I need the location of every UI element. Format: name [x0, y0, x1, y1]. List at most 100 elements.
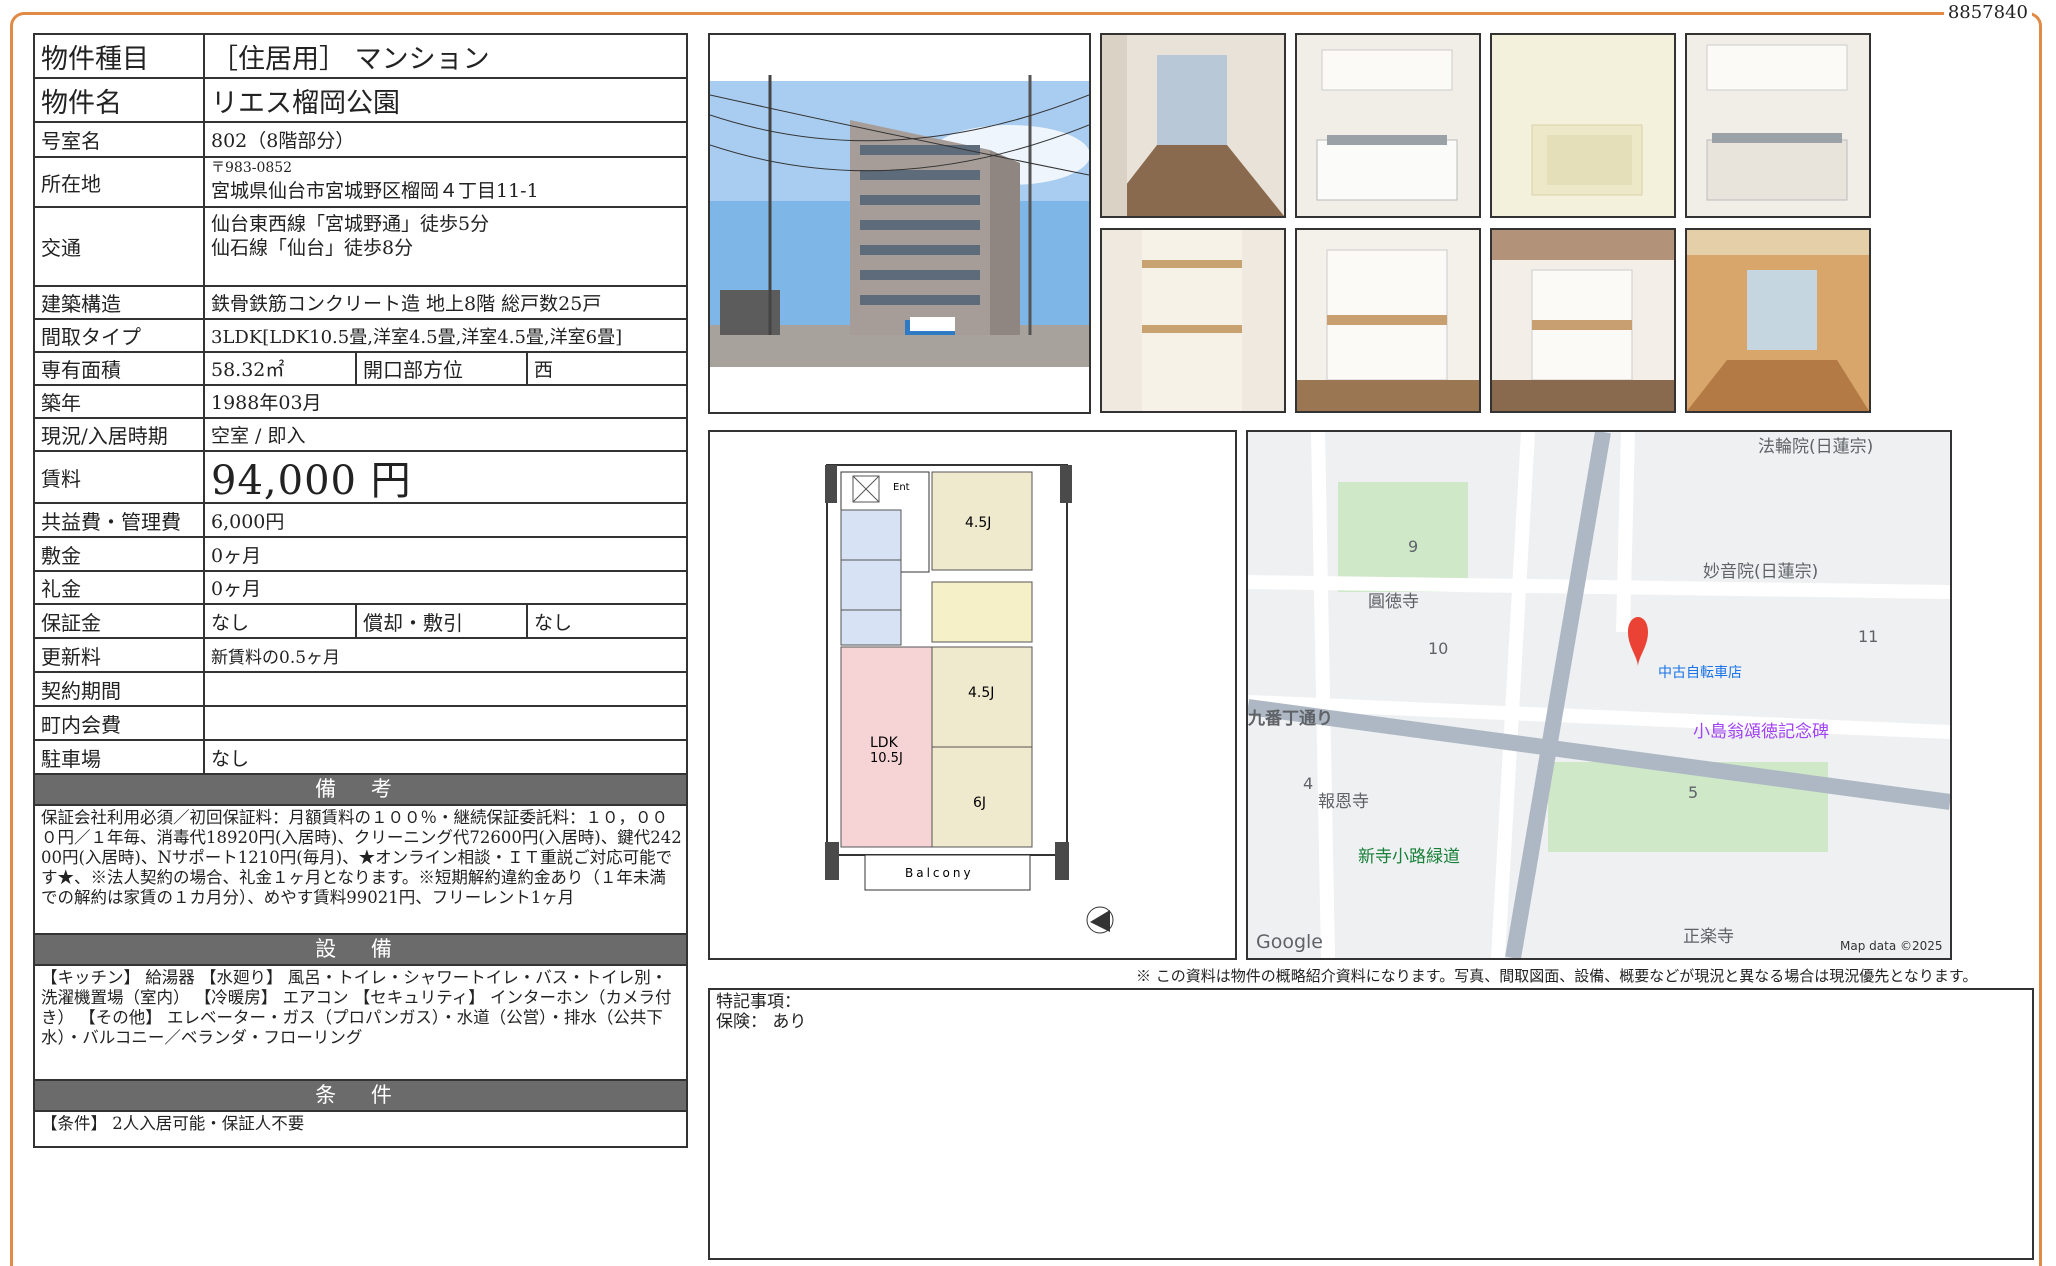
built-value: 1988年03月	[211, 392, 322, 414]
address-value: 宮城県仙台市宮城野区榴岡４丁目11-1	[211, 180, 539, 202]
map-logo: Google	[1256, 931, 1323, 953]
room-label: 号室名	[35, 123, 205, 156]
row-renewal: 更新料 新賃料の0.5ヶ月	[35, 639, 686, 673]
row-layout: 間取タイプ 3LDK[LDK10.5畳,洋室4.5畳,洋室4.5畳,洋室6畳]	[35, 320, 686, 353]
row-traffic: 交通 仙台東西線「宮城野通」徒歩5分 仙石線「仙台」徒歩8分	[35, 208, 686, 287]
traffic-line-2: 仙石線「仙台」徒歩8分	[211, 237, 414, 259]
area-label: 専有面積	[35, 353, 205, 384]
row-room: 号室名 802（8階部分）	[35, 123, 686, 158]
status-label: 現況/入居時期	[35, 419, 205, 450]
key-money-value: 0ヶ月	[211, 578, 262, 600]
type-value: ［住居用］ マンション	[211, 43, 490, 75]
map-attribution: Map data ©2025	[1840, 939, 1943, 953]
plan-label-room-2: 4.5J	[968, 685, 994, 701]
floor-plan: Ent 4.5J 4.5J LDK 10.5J 6J Balcony	[708, 430, 1237, 960]
row-fee: 共益費・管理費 6,000円	[35, 504, 686, 538]
room-photo	[1685, 228, 1871, 413]
row-key-money: 礼金 0ヶ月	[35, 572, 686, 605]
row-structure: 建築構造 鉄骨鉄筋コンクリート造 地上8階 総戸数25戸	[35, 287, 686, 320]
map-place-1: 法輪院(日蓮宗)	[1758, 437, 1873, 457]
contract-label: 契約期間	[35, 673, 205, 705]
map-place-5: 九番丁通り	[1248, 709, 1333, 729]
area-value: 58.32㎡	[205, 353, 357, 384]
special-notes-label: 特記事項：	[716, 992, 801, 1012]
status-value: 空室 / 即入	[211, 425, 306, 447]
map-block-2: 10	[1428, 639, 1448, 658]
row-town-fee: 町内会費	[35, 707, 686, 741]
equipment-text: 【キッチン】 給湯器 【水廻り】 風呂・トイレ・シャワートイレ・バス・トイレ別・…	[35, 966, 686, 1081]
traffic-label: 交通	[35, 208, 205, 285]
map-place-7: 報恩寺	[1318, 792, 1369, 812]
renewal-label: 更新料	[35, 639, 205, 671]
row-rent: 賃料 94,000 円	[35, 452, 686, 504]
map-place-2: 妙音院(日蓮宗)	[1703, 562, 1818, 582]
closet-photo-3-image	[1492, 230, 1674, 411]
closet-photo-1	[1100, 228, 1286, 413]
row-type: 物件種目 ［住居用］ マンション	[35, 35, 686, 79]
amortization-value: なし	[534, 611, 573, 634]
plan-label-ldk: LDK	[870, 735, 899, 751]
conditions-heading: 条 件	[35, 1081, 686, 1112]
map-place-4: 中古自転車店	[1658, 664, 1742, 681]
building-photo-image	[709, 75, 1090, 367]
address-label: 所在地	[35, 158, 205, 206]
kitchen-photo-1	[1295, 33, 1481, 218]
remarks-heading: 備 考	[35, 775, 686, 806]
building-photo	[708, 33, 1091, 414]
traffic-line-1: 仙台東西線「宮城野通」徒歩5分	[211, 213, 490, 235]
plan-label-ent: Ent	[893, 482, 910, 493]
map-block-5: 5	[1688, 783, 1698, 802]
direction-value: 西	[534, 359, 554, 381]
plan-label-room-3: 6J	[973, 795, 986, 811]
renewal-value: 新賃料の0.5ヶ月	[211, 647, 341, 668]
bathroom-photo	[1490, 33, 1676, 218]
map-place-6: 小島翁頌徳記念碑	[1693, 721, 1829, 742]
built-label: 築年	[35, 386, 205, 417]
parking-label: 駐車場	[35, 741, 205, 773]
map-block-1: 9	[1408, 537, 1418, 556]
key-money-label: 礼金	[35, 572, 205, 603]
deposit-value: 0ヶ月	[211, 544, 262, 567]
layout-value: 3LDK[LDK10.5畳,洋室4.5畳,洋室4.5畳,洋室6畳]	[211, 326, 623, 348]
remarks-text: 保証会社利用必須／初回保証料：月額賃料の１００％・継続保証委託料：１０，０００円…	[35, 806, 686, 935]
guarantee-value: なし	[205, 605, 357, 637]
plan-label-balcony: Balcony	[905, 866, 974, 880]
town-fee-value	[205, 707, 686, 739]
plan-label-ldk-size: 10.5J	[870, 751, 903, 766]
rent-label: 賃料	[35, 452, 205, 502]
map-block-4: 4	[1303, 774, 1313, 793]
deposit-label: 敷金	[35, 538, 205, 570]
disclaimer-note: ※ この資料は物件の概略紹介資料になります。写真、間取図面、設備、概要などが現況…	[1136, 967, 1978, 985]
parking-value: なし	[211, 747, 250, 770]
row-guarantee: 保証金 なし 償却・敷引 なし	[35, 605, 686, 639]
row-name: 物件名 リエス榴岡公園	[35, 79, 686, 123]
direction-label: 開口部方位	[357, 353, 528, 384]
fee-label: 共益費・管理費	[35, 504, 205, 536]
row-address: 所在地 〒983-0852 宮城県仙台市宮城野区榴岡４丁目11-1	[35, 158, 686, 208]
row-parking: 駐車場 なし	[35, 741, 686, 775]
structure-value: 鉄骨鉄筋コンクリート造 地上8階 総戸数25戸	[211, 293, 602, 315]
row-built: 築年 1988年03月	[35, 386, 686, 419]
closet-photo-3	[1490, 228, 1676, 413]
type-label: 物件種目	[35, 35, 205, 77]
map-canvas[interactable]: 法輪院(日蓮宗) 妙音院(日蓮宗) 圓徳寺 中古自転車店 九番丁通り 小島翁頌徳…	[1248, 432, 1950, 958]
document-id: 8857840	[1943, 2, 2032, 23]
location-map[interactable]: 法輪院(日蓮宗) 妙音院(日蓮宗) 圓徳寺 中古自転車店 九番丁通り 小島翁頌徳…	[1246, 430, 1952, 960]
special-notes-box: 特記事項： 保険： あり	[708, 988, 2034, 1260]
map-place-3: 圓徳寺	[1368, 592, 1419, 612]
closet-photo-1-image	[1102, 230, 1284, 411]
layout-label: 間取タイプ	[35, 320, 205, 351]
room-value: 802（8階部分）	[211, 130, 355, 152]
kitchen-photo-2	[1685, 33, 1871, 218]
row-deposit: 敷金 0ヶ月	[35, 538, 686, 572]
kitchen-photo-2-image	[1687, 35, 1869, 216]
conditions-text: 【条件】 2人入居可能・保証人不要	[41, 1114, 305, 1133]
plan-label-room-1: 4.5J	[965, 515, 991, 531]
spec-table: 物件種目 ［住居用］ マンション 物件名 リエス榴岡公園 号室名 802（8階部…	[33, 33, 688, 1148]
equipment-heading: 設 備	[35, 935, 686, 966]
room-photo-image	[1687, 230, 1869, 411]
row-area: 専有面積 58.32㎡ 開口部方位 西	[35, 353, 686, 386]
closet-photo-2-image	[1297, 230, 1479, 411]
town-fee-label: 町内会費	[35, 707, 205, 739]
name-label: 物件名	[35, 79, 205, 121]
